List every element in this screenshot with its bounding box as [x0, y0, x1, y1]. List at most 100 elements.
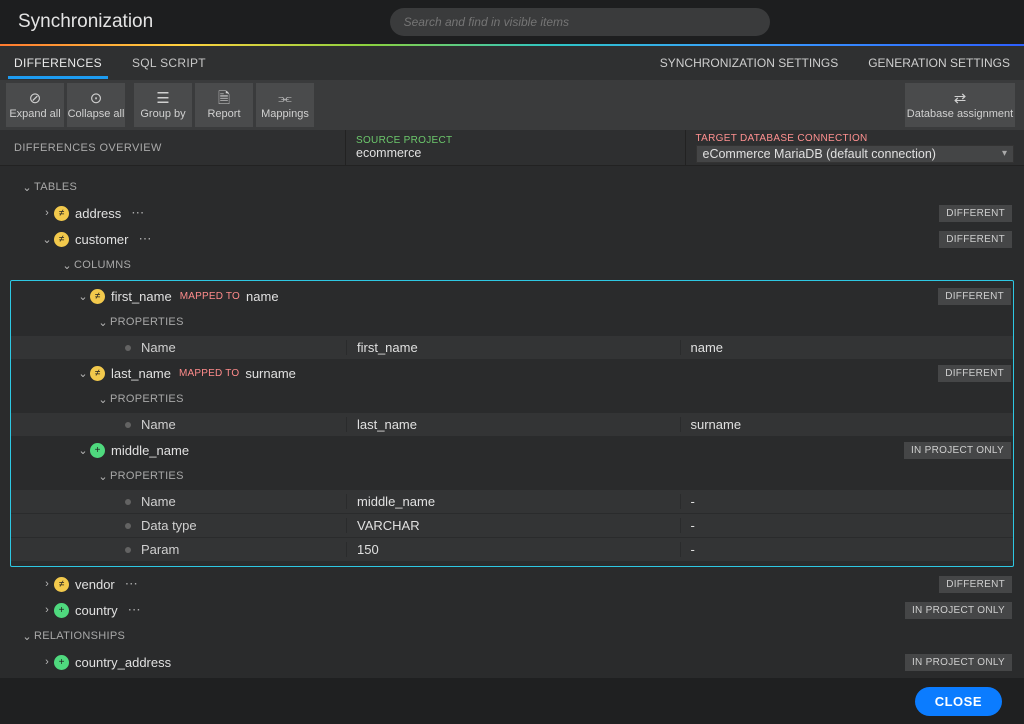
target-connection-select[interactable]: eCommerce MariaDB (default connection) ▾ [696, 145, 1015, 163]
property-value-source: VARCHAR [346, 518, 680, 533]
item-label: country_address [75, 655, 171, 670]
status-new-icon: + [54, 655, 69, 670]
status-diff-icon: ≠ [90, 289, 105, 304]
report-button[interactable]: 🗎 Report [195, 83, 253, 127]
status-badge: IN PROJECT ONLY [905, 602, 1012, 619]
page-title: Synchronization [18, 11, 153, 33]
chevron-right-icon[interactable]: › [40, 207, 54, 219]
table-row-country[interactable]: › + country ⋯ IN PROJECT ONLY [10, 597, 1014, 623]
more-icon[interactable]: ⋯ [138, 231, 153, 247]
status-diff-icon: ≠ [90, 366, 105, 381]
status-badge: DIFFERENT [939, 231, 1012, 248]
status-diff-icon: ≠ [54, 206, 69, 221]
columns-label: COLUMNS [74, 259, 131, 271]
property-value-source: last_name [346, 417, 680, 432]
item-label: first_name [111, 289, 172, 304]
property-value-source: middle_name [346, 494, 680, 509]
more-icon[interactable]: ⋯ [128, 602, 143, 618]
status-badge: DIFFERENT [938, 365, 1011, 382]
column-row-first-name[interactable]: ⌄ ≠ first_name MAPPED TO name DIFFERENT [11, 283, 1013, 309]
mappings-icon: ⫘ [278, 91, 292, 106]
properties-section[interactable]: ⌄ PROPERTIES [11, 386, 1013, 412]
property-value-target: name [680, 340, 1014, 355]
mappings-label: Mappings [261, 108, 309, 120]
chevron-down-icon[interactable]: ⌄ [20, 181, 34, 194]
mappings-button[interactable]: ⫘ Mappings [256, 83, 314, 127]
more-icon[interactable]: ⋯ [125, 576, 140, 592]
search-input[interactable] [390, 8, 770, 36]
table-row-vendor[interactable]: › ≠ vendor ⋯ DIFFERENT [10, 571, 1014, 597]
tab-generation-settings[interactable]: GENERATION SETTINGS [862, 48, 1016, 78]
item-label: vendor [75, 577, 115, 592]
item-label: last_name [111, 366, 171, 381]
chevron-right-icon[interactable]: › [40, 656, 54, 668]
column-row-last-name[interactable]: ⌄ ≠ last_name MAPPED TO surname DIFFEREN… [11, 360, 1013, 386]
toolbar: ⊘ Expand all ⊙ Collapse all ☰ Group by 🗎… [0, 80, 1024, 130]
status-badge: DIFFERENT [939, 576, 1012, 593]
report-label: Report [207, 108, 240, 120]
tab-differences[interactable]: DIFFERENCES [8, 48, 108, 79]
bullet-icon [125, 547, 131, 553]
tables-section[interactable]: ⌄ TABLES [10, 174, 1014, 200]
properties-section[interactable]: ⌄ PROPERTIES [11, 309, 1013, 335]
relationships-label: RELATIONSHIPS [34, 630, 125, 642]
tab-sync-settings[interactable]: SYNCHRONIZATION SETTINGS [654, 48, 844, 78]
status-new-icon: + [54, 603, 69, 618]
status-new-icon: + [90, 443, 105, 458]
bullet-icon [125, 345, 131, 351]
chevron-down-icon[interactable]: ⌄ [76, 444, 90, 457]
chevron-down-icon[interactable]: ⌄ [76, 290, 90, 303]
window-header: Synchronization [0, 0, 1024, 44]
properties-section[interactable]: ⌄ PROPERTIES [11, 463, 1013, 489]
group-by-label: Group by [140, 108, 185, 120]
collapse-all-label: Collapse all [68, 108, 125, 120]
status-badge: DIFFERENT [938, 288, 1011, 305]
content-tree: ⌄ TABLES › ≠ address ⋯ DIFFERENT ⌄ ≠ cus… [0, 166, 1024, 678]
more-icon[interactable]: ⋯ [131, 205, 146, 221]
relationship-row-country-address[interactable]: › + country_address IN PROJECT ONLY [10, 649, 1014, 675]
chevron-down-icon[interactable]: ⌄ [40, 233, 54, 246]
group-by-icon: ☰ [156, 91, 169, 106]
source-project-value: ecommerce [356, 146, 675, 160]
subheader: DIFFERENCES OVERVIEW SOURCE PROJECT ecom… [0, 130, 1024, 166]
property-name: Data type [141, 518, 197, 533]
item-label: middle_name [111, 443, 189, 458]
report-icon: 🗎 [218, 91, 230, 106]
property-value-source: first_name [346, 340, 680, 355]
chevron-down-icon[interactable]: ⌄ [60, 259, 74, 272]
relationships-section[interactable]: ⌄ RELATIONSHIPS [10, 623, 1014, 649]
group-by-button[interactable]: ☰ Group by [134, 83, 192, 127]
overview-label: DIFFERENCES OVERVIEW [0, 142, 345, 154]
chevron-down-icon[interactable]: ⌄ [20, 630, 34, 643]
collapse-icon: ⊙ [90, 91, 103, 106]
table-row-address[interactable]: › ≠ address ⋯ DIFFERENT [10, 200, 1014, 226]
tables-label: TABLES [34, 181, 77, 193]
collapse-all-button[interactable]: ⊙ Collapse all [67, 83, 125, 127]
property-name: Name [141, 494, 176, 509]
properties-label: PROPERTIES [110, 393, 184, 405]
property-row-datatype: Data type VARCHAR - [11, 514, 1013, 537]
column-row-middle-name[interactable]: ⌄ + middle_name IN PROJECT ONLY [11, 437, 1013, 463]
bullet-icon [125, 523, 131, 529]
columns-section[interactable]: ⌄ COLUMNS [10, 252, 1014, 278]
property-name: Name [141, 417, 176, 432]
item-label: country [75, 603, 118, 618]
chevron-right-icon[interactable]: › [40, 604, 54, 616]
database-assignment-button[interactable]: ⇄ Database assignment [905, 83, 1015, 127]
expand-all-button[interactable]: ⊘ Expand all [6, 83, 64, 127]
tab-sql-script[interactable]: SQL SCRIPT [126, 48, 212, 79]
chevron-down-icon[interactable]: ⌄ [96, 470, 110, 483]
chevron-right-icon[interactable]: › [40, 578, 54, 590]
status-badge: DIFFERENT [939, 205, 1012, 222]
property-value-source: 150 [346, 542, 680, 557]
chevron-down-icon[interactable]: ⌄ [76, 367, 90, 380]
property-value-target: surname [680, 417, 1014, 432]
chevron-down-icon[interactable]: ⌄ [96, 316, 110, 329]
table-row-customer[interactable]: ⌄ ≠ customer ⋯ DIFFERENT [10, 226, 1014, 252]
close-button[interactable]: CLOSE [915, 687, 1002, 716]
source-project-label: SOURCE PROJECT [356, 135, 675, 146]
chevron-down-icon[interactable]: ⌄ [96, 393, 110, 406]
status-diff-icon: ≠ [54, 577, 69, 592]
expand-icon: ⊘ [29, 91, 42, 106]
properties-label: PROPERTIES [110, 316, 184, 328]
